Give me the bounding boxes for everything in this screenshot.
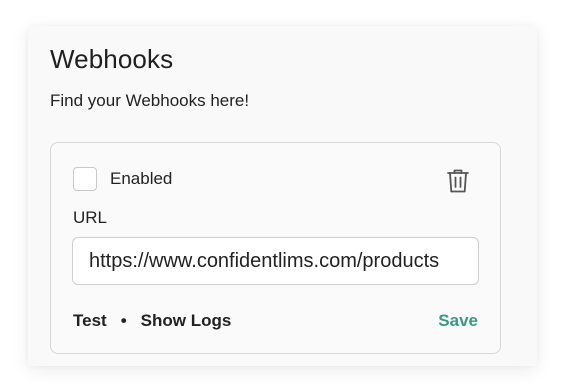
- enabled-label: Enabled: [110, 169, 173, 188]
- separator-dot: •: [120, 311, 127, 330]
- trash-icon[interactable]: [445, 167, 471, 195]
- url-label: URL: [73, 208, 108, 227]
- show-logs-link[interactable]: Show Logs: [141, 311, 232, 331]
- webhooks-panel: Webhooks Find your Webhooks here! Enable…: [28, 26, 537, 366]
- webhook-card: Enabled URL Test • Show Logs Save: [50, 142, 501, 354]
- enabled-checkbox[interactable]: [73, 167, 97, 191]
- save-button[interactable]: Save: [438, 311, 478, 331]
- card-actions: Test • Show Logs: [73, 311, 231, 331]
- page-subtitle: Find your Webhooks here!: [50, 91, 250, 110]
- url-input[interactable]: [72, 237, 479, 285]
- test-link[interactable]: Test: [73, 311, 107, 331]
- page-title: Webhooks: [50, 44, 174, 74]
